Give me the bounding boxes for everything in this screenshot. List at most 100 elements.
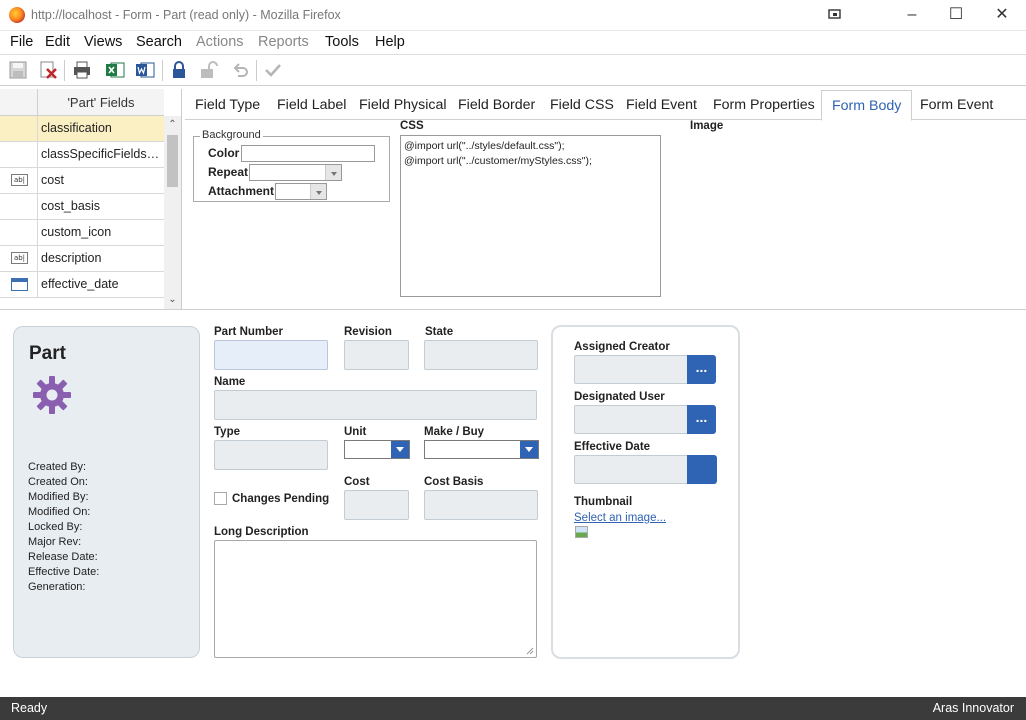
designated-user-field[interactable] [574, 405, 688, 434]
type-field[interactable] [214, 440, 328, 470]
field-row-label: cost [41, 173, 64, 187]
attachment-label: Attachment [208, 184, 275, 198]
tab-field-event[interactable]: Field Event [626, 90, 697, 120]
excel-icon[interactable] [105, 60, 125, 80]
menu-file[interactable]: File [10, 34, 33, 50]
status-bar: Ready Aras Innovator [0, 697, 1026, 720]
changes-pending-checkbox[interactable] [214, 492, 227, 505]
screen-share-icon[interactable] [815, 4, 855, 26]
name-field[interactable] [214, 390, 537, 420]
attachment-select[interactable] [275, 183, 327, 200]
css-line: @import url("../customer/myStyles.css"); [404, 155, 592, 167]
done-check-icon[interactable] [263, 60, 283, 80]
menu-help[interactable]: Help [375, 34, 405, 50]
field-row-classspecificfields[interactable]: classSpecificFields_b... [0, 142, 164, 168]
field-row-label: custom_icon [41, 225, 112, 239]
unlock-icon[interactable] [199, 60, 219, 80]
calendar-icon [11, 278, 28, 291]
cost-basis-label: Cost Basis [424, 476, 484, 488]
color-input[interactable] [241, 145, 375, 162]
long-description-textarea[interactable] [214, 540, 537, 658]
thumbnail-label: Thumbnail [574, 496, 633, 508]
menu-edit[interactable]: Edit [45, 34, 70, 50]
name-label: Name [214, 376, 246, 388]
textbox-icon: ab| [11, 252, 28, 264]
tab-form-event[interactable]: Form Event [920, 90, 993, 120]
unit-select[interactable] [344, 440, 410, 459]
field-row-icon-cell [0, 194, 38, 219]
fields-panel: 'Part' Fields classification classSpecif… [0, 89, 182, 309]
meta-modified-on: Modified On: [28, 506, 91, 518]
select-image-link[interactable]: Select an image... [574, 512, 666, 524]
field-row-icon-cell [0, 220, 38, 245]
splitter[interactable] [0, 309, 1026, 310]
menu-tools[interactable]: Tools [325, 34, 359, 50]
delete-icon[interactable] [38, 60, 58, 80]
state-field[interactable] [424, 340, 538, 370]
toolbar [0, 55, 1026, 86]
chevron-down-icon [391, 441, 409, 458]
image-label: Image [690, 120, 724, 132]
css-line: @import url("../styles/default.css"); [404, 140, 565, 152]
chevron-down-icon [325, 165, 341, 180]
image-placeholder-icon [575, 526, 588, 538]
save-icon[interactable] [8, 60, 28, 80]
field-row-cost-basis[interactable]: cost_basis [0, 194, 164, 220]
assigned-creator-field[interactable] [574, 355, 688, 384]
assigned-creator-lookup-button[interactable]: ... [687, 355, 716, 384]
designated-user-lookup-button[interactable]: ... [687, 405, 716, 434]
undo-icon[interactable] [231, 60, 251, 80]
firefox-icon [9, 7, 25, 23]
tab-form-properties[interactable]: Form Properties [713, 90, 815, 120]
resize-grip-icon[interactable] [526, 647, 534, 655]
meta-effective-date: Effective Date: [28, 566, 100, 578]
tab-field-type[interactable]: Field Type [195, 90, 260, 120]
fields-header-label: 'Part' Fields [67, 95, 135, 110]
color-label: Color [208, 146, 240, 160]
make-buy-select[interactable] [424, 440, 539, 459]
lock-icon[interactable] [169, 60, 189, 80]
cost-field[interactable] [344, 490, 409, 520]
tab-field-physical[interactable]: Field Physical [359, 90, 447, 120]
field-row-label: classification [41, 121, 112, 135]
tab-field-css[interactable]: Field CSS [550, 90, 614, 120]
meta-locked-by: Locked By: [28, 521, 83, 533]
revision-field[interactable] [344, 340, 409, 370]
word-icon[interactable] [135, 60, 155, 80]
repeat-select[interactable] [249, 164, 342, 181]
maximize-button[interactable]: ☐ [936, 4, 976, 26]
scroll-thumb[interactable] [167, 135, 178, 187]
menu-reports[interactable]: Reports [258, 34, 309, 50]
meta-created-on: Created On: [28, 476, 88, 488]
print-icon[interactable] [72, 60, 92, 80]
title-bar: http://localhost - Form - Part (read onl… [0, 0, 1026, 31]
part-number-field[interactable] [214, 340, 328, 370]
fields-scrollbar[interactable]: ⌃ ⌄ [164, 116, 181, 309]
field-row-icon-cell [0, 142, 38, 167]
css-textarea[interactable]: @import url("../styles/default.css"); @i… [400, 135, 661, 297]
tab-field-label[interactable]: Field Label [277, 90, 346, 120]
field-row-description[interactable]: ab| description [0, 246, 164, 272]
calendar-picker-button[interactable] [687, 455, 717, 484]
status-text: Ready [11, 701, 48, 715]
toolbar-separator [256, 60, 257, 81]
minimize-button[interactable]: – [892, 4, 932, 26]
field-row-classification[interactable]: classification [0, 116, 164, 142]
close-window-button[interactable]: ✕ [982, 4, 1022, 26]
field-row-effective-date[interactable]: effective_date [0, 272, 164, 298]
menu-bar: File Edit Views Search Actions Reports T… [0, 31, 1026, 55]
meta-created-by: Created By: [28, 461, 87, 473]
changes-pending-label: Changes Pending [232, 493, 330, 505]
effective-date-field[interactable] [574, 455, 688, 484]
menu-actions[interactable]: Actions [196, 34, 244, 50]
scroll-down-icon[interactable]: ⌄ [167, 294, 178, 306]
meta-modified-by: Modified By: [28, 491, 89, 503]
menu-search[interactable]: Search [136, 34, 182, 50]
cost-basis-field[interactable] [424, 490, 538, 520]
tab-field-border[interactable]: Field Border [458, 90, 535, 120]
field-row-cost[interactable]: ab| cost [0, 168, 164, 194]
menu-views[interactable]: Views [84, 34, 122, 50]
tab-form-body[interactable]: Form Body [821, 90, 913, 121]
field-row-custom-icon[interactable]: custom_icon [0, 220, 164, 246]
scroll-up-icon[interactable]: ⌃ [167, 119, 178, 131]
